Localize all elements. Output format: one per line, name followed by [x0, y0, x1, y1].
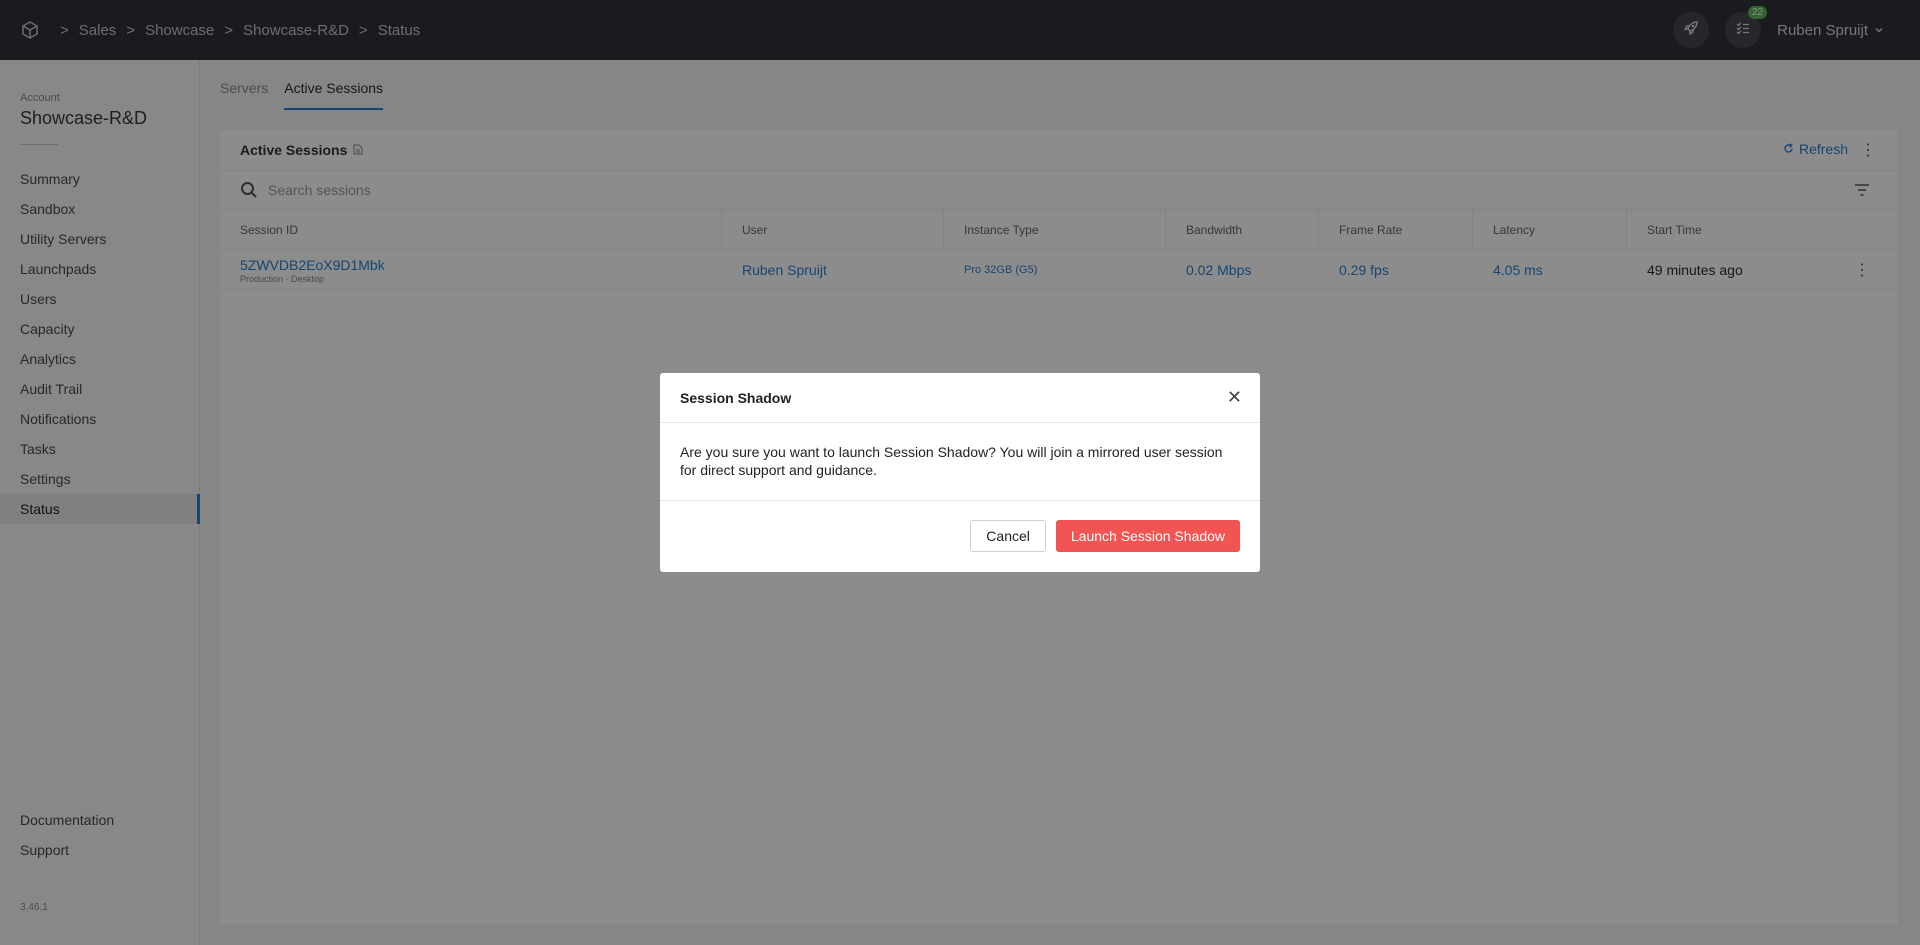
dialog-message: Are you sure you want to launch Session …	[680, 444, 1223, 478]
launch-session-shadow-button[interactable]: Launch Session Shadow	[1055, 520, 1240, 552]
session-shadow-dialog: Session Shadow ✕ Are you sure you want t…	[660, 373, 1260, 572]
close-icon[interactable]: ✕	[1227, 388, 1242, 406]
cancel-button[interactable]: Cancel	[970, 520, 1046, 552]
dialog-header: Session Shadow ✕	[660, 373, 1260, 423]
dialog-body: Are you sure you want to launch Session …	[660, 423, 1260, 501]
dialog-footer: Cancel Launch Session Shadow	[660, 501, 1260, 571]
dialog-title: Session Shadow	[680, 389, 792, 406]
